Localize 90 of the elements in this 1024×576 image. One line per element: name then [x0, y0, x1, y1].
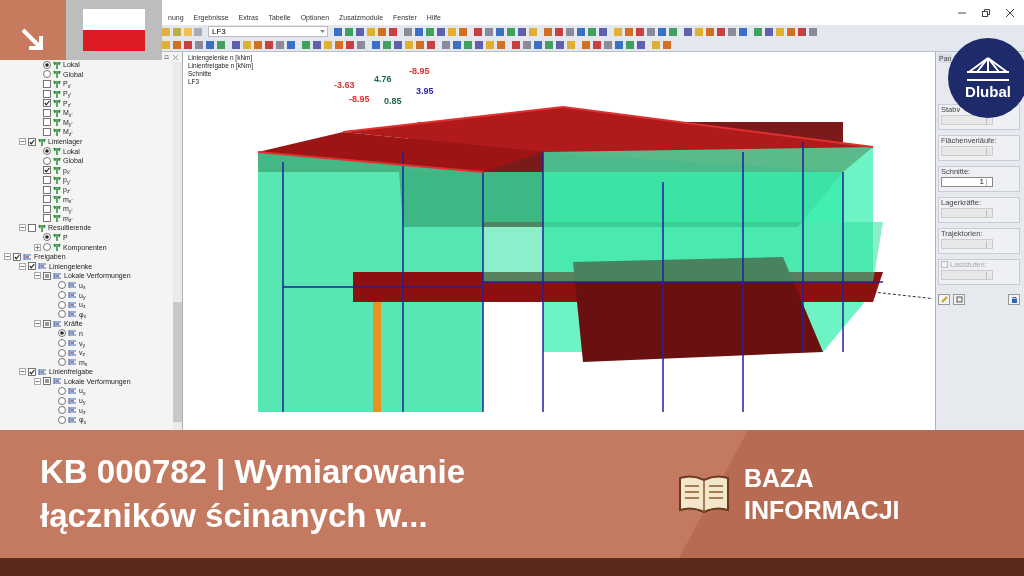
checkbox[interactable] — [43, 118, 51, 127]
result-value: 0.85 — [383, 96, 403, 106]
radio-button[interactable] — [58, 291, 66, 300]
result-value: 4.76 — [373, 74, 393, 84]
radio-button[interactable] — [58, 329, 66, 338]
checkbox[interactable] — [28, 223, 36, 232]
checkbox[interactable] — [28, 367, 36, 376]
collapse-icon[interactable] — [34, 272, 41, 280]
bridge-icon — [965, 56, 1011, 82]
radio-button[interactable] — [43, 147, 51, 156]
release-icon — [23, 252, 32, 261]
release-icon — [68, 406, 77, 415]
checkbox[interactable] — [28, 137, 36, 146]
checkbox[interactable] — [43, 127, 51, 136]
checkbox[interactable] — [28, 262, 36, 271]
radio-button[interactable] — [58, 406, 66, 415]
lock-icon[interactable] — [1008, 294, 1020, 305]
checkbox[interactable] — [43, 195, 51, 204]
radio-button[interactable] — [58, 387, 66, 395]
checkbox[interactable] — [43, 166, 51, 175]
release-icon — [68, 329, 77, 338]
release-icon — [53, 271, 62, 280]
support-icon — [38, 137, 46, 146]
release-icon — [68, 415, 77, 424]
checkbox[interactable] — [43, 271, 51, 280]
radio-button[interactable] — [58, 281, 66, 290]
checkbox[interactable] — [43, 99, 51, 108]
load-case-value: LF3 — [212, 27, 226, 36]
logo-text: Dlubal — [965, 84, 1011, 100]
collapse-icon[interactable] — [19, 138, 26, 146]
radio-button[interactable] — [43, 156, 51, 165]
collapse-icon[interactable] — [34, 377, 41, 385]
radio-button[interactable] — [58, 310, 66, 319]
radio-button[interactable] — [58, 415, 66, 424]
article-title: KB 000782 | Wymiarowanie łączników ścinanych w... — [40, 452, 466, 536]
collapse-icon[interactable] — [19, 368, 26, 376]
minimize-icon[interactable] — [958, 9, 966, 17]
checkbox[interactable] — [43, 80, 51, 88]
checkbox[interactable] — [43, 319, 51, 328]
release-icon — [68, 396, 77, 405]
book-icon — [678, 474, 730, 514]
restore-icon[interactable] — [982, 9, 990, 17]
collapse-icon[interactable] — [19, 224, 26, 232]
release-icon — [38, 262, 47, 271]
spinner-field[interactable]: 1 — [941, 177, 993, 187]
radio-button[interactable] — [43, 233, 51, 242]
checkbox[interactable] — [43, 214, 51, 223]
load-case-combobox[interactable]: LF3 — [208, 26, 328, 37]
collapse-icon[interactable] — [34, 320, 41, 328]
collapse-icon[interactable] — [19, 262, 26, 270]
checkbox[interactable] — [43, 204, 51, 213]
radio-button[interactable] — [58, 396, 66, 405]
scrollbar[interactable] — [173, 62, 182, 430]
checkbox[interactable] — [43, 89, 51, 98]
radio-button[interactable] — [58, 348, 66, 357]
release-icon — [68, 291, 77, 300]
release-icon — [53, 319, 62, 328]
collapse-icon[interactable] — [4, 253, 11, 261]
release-icon — [68, 348, 77, 357]
radio-button[interactable] — [43, 70, 51, 79]
release-icon — [38, 367, 47, 376]
close-icon[interactable] — [1006, 9, 1014, 17]
checkbox[interactable] — [43, 377, 51, 386]
support-icon — [38, 223, 46, 232]
result-value: 3.95 — [415, 86, 435, 96]
release-icon — [68, 358, 77, 367]
edit-icon[interactable] — [938, 294, 950, 305]
checkbox[interactable] — [13, 252, 21, 261]
radio-button[interactable] — [58, 339, 66, 347]
result-value: -3.63 — [333, 80, 356, 90]
arrow-icon — [21, 28, 45, 52]
release-icon — [68, 281, 77, 290]
radio-button[interactable] — [58, 300, 66, 309]
radio-button[interactable] — [43, 60, 51, 69]
pin-icon[interactable] — [164, 55, 169, 60]
category-label: BAZA INFORMACJI — [744, 463, 901, 526]
release-icon — [68, 310, 77, 319]
result-value: -8.95 — [348, 94, 371, 104]
checkbox[interactable] — [43, 175, 51, 184]
polish-flag-icon — [83, 9, 145, 51]
checkbox[interactable] — [43, 108, 51, 117]
table-icon[interactable] — [953, 294, 965, 305]
result-value: -8.95 — [408, 66, 431, 76]
dropdown-arrow-icon — [320, 30, 325, 33]
release-icon — [53, 377, 62, 386]
checkbox[interactable] — [43, 185, 51, 194]
radio-button[interactable] — [58, 358, 66, 367]
release-icon — [68, 300, 77, 309]
expand-icon[interactable] — [34, 243, 41, 251]
radio-button[interactable] — [43, 243, 51, 252]
